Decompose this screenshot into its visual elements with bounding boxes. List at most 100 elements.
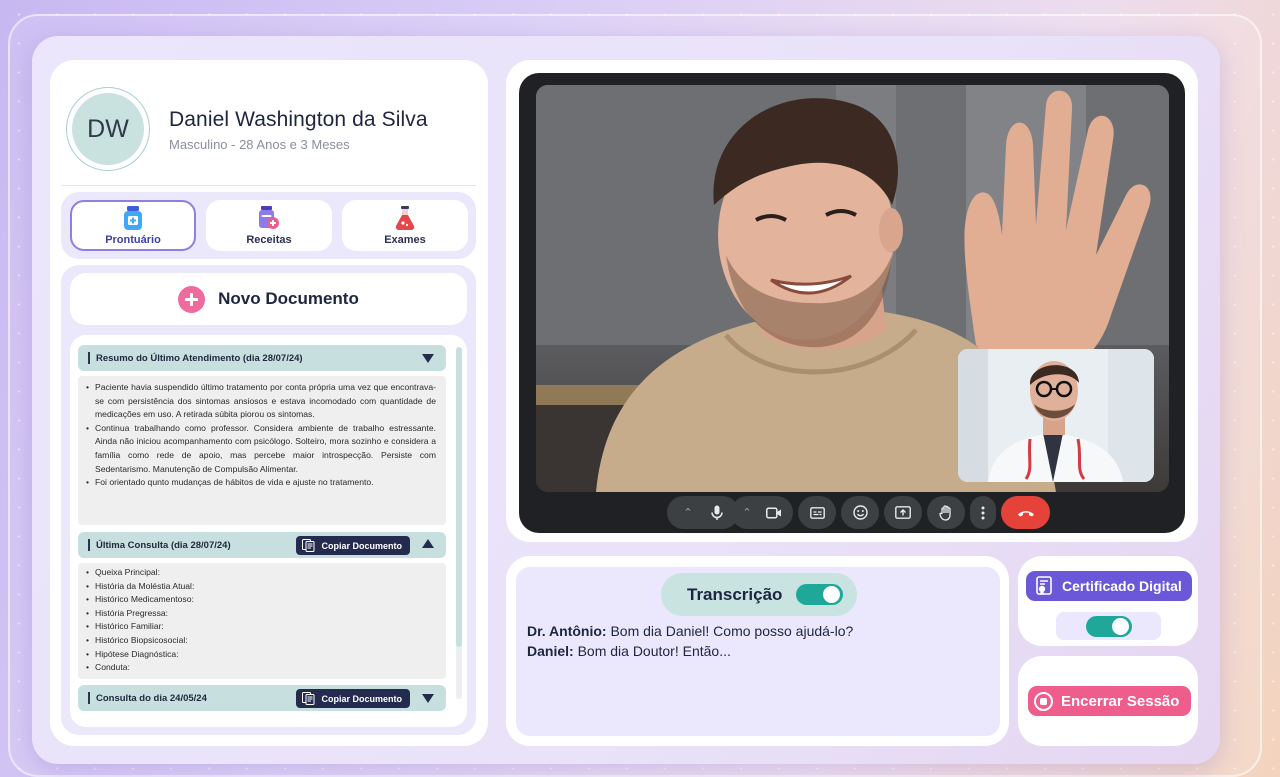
call-controls: ⌃ ⌃ bbox=[519, 492, 1185, 533]
tab-exames[interactable]: Exames bbox=[342, 200, 468, 251]
document-copy-icon bbox=[302, 539, 315, 552]
toggle-knob bbox=[1111, 617, 1129, 635]
chevron-up-icon[interactable] bbox=[422, 539, 434, 548]
record-tabs: Prontuário Receitas Exames bbox=[61, 192, 476, 259]
flask-icon bbox=[395, 205, 415, 230]
copy-document-label: Copiar Documento bbox=[321, 693, 402, 704]
summary-title: Resumo do Último Atendimento (dia 28/07/… bbox=[96, 352, 303, 364]
certificate-toggle-container bbox=[1056, 612, 1161, 640]
transcription-label: Transcrição bbox=[687, 584, 783, 604]
medicine-bottle-icon bbox=[124, 205, 142, 230]
tab-receitas[interactable]: Receitas bbox=[206, 200, 332, 251]
transcript-line: Dr. Antônio: Bom dia Daniel! Como posso … bbox=[527, 623, 853, 639]
scrollbar[interactable] bbox=[456, 347, 462, 699]
mic-control-group: ⌃ bbox=[667, 496, 739, 529]
hang-up-icon bbox=[1017, 510, 1034, 516]
consult-field: Histórico Medicamentoso: bbox=[86, 593, 436, 607]
prescription-icon bbox=[259, 205, 279, 229]
summary-bullet: Continua trabalhando como professor. Con… bbox=[86, 422, 436, 476]
doctor-video-feed[interactable] bbox=[958, 349, 1154, 482]
transcription-panel: Transcrição Dr. Antônio: Bom dia Daniel!… bbox=[516, 567, 1000, 736]
patient-video-feed bbox=[536, 85, 1169, 492]
documents-panel: Novo Documento Resumo do Último Atendime… bbox=[61, 265, 476, 735]
last-consult-body: Queixa Principal: História da Moléstia A… bbox=[78, 563, 446, 679]
avatar-initials: DW bbox=[72, 93, 144, 165]
copy-document-button[interactable]: Copiar Documento bbox=[296, 689, 410, 708]
tab-label: Prontuário bbox=[105, 233, 161, 246]
copy-document-label: Copiar Documento bbox=[321, 540, 402, 551]
camera-control-group: ⌃ bbox=[731, 496, 793, 529]
end-session-label: Encerrar Sessão bbox=[1061, 692, 1180, 710]
toggle-knob bbox=[823, 586, 841, 603]
doctor-video-image bbox=[958, 349, 1154, 482]
speech-text: Bom dia Doutor! Então... bbox=[573, 643, 731, 659]
more-options-button[interactable] bbox=[970, 496, 996, 529]
consult-field: Histórico Biopsicosocial: bbox=[86, 634, 436, 648]
raise-hand-button[interactable] bbox=[927, 496, 965, 529]
chevron-down-icon[interactable] bbox=[422, 354, 434, 363]
transcript-line: Daniel: Bom dia Doutor! Então... bbox=[527, 643, 731, 659]
section-marker bbox=[88, 692, 90, 704]
copy-document-button[interactable]: Copiar Documento bbox=[296, 536, 410, 555]
stop-icon bbox=[1034, 691, 1053, 711]
certificate-card: Certificado Digital bbox=[1018, 556, 1198, 646]
consult-field: Hipótese Diagnóstica: bbox=[86, 648, 436, 662]
chevron-up-icon[interactable]: ⌃ bbox=[683, 506, 692, 519]
patient-name: Daniel Washington da Silva bbox=[169, 108, 428, 131]
present-icon bbox=[895, 506, 911, 519]
document-copy-icon bbox=[302, 692, 315, 705]
consult-field: Conduta: bbox=[86, 661, 436, 675]
section-marker bbox=[88, 352, 90, 364]
digital-certificate-button[interactable]: Certificado Digital bbox=[1026, 571, 1192, 601]
certificate-toggle[interactable] bbox=[1085, 615, 1132, 637]
present-button[interactable] bbox=[884, 496, 922, 529]
previous-consult-title: Consulta do dia 24/05/24 bbox=[96, 692, 207, 704]
emoji-icon bbox=[852, 505, 868, 520]
tab-prontuario[interactable]: Prontuário bbox=[70, 200, 196, 251]
transcription-toggle[interactable] bbox=[796, 584, 844, 605]
summary-section-header[interactable]: Resumo do Último Atendimento (dia 28/07/… bbox=[78, 345, 446, 371]
summary-body: Paciente havia suspendido último tratame… bbox=[78, 376, 446, 525]
document-list: Resumo do Último Atendimento (dia 28/07/… bbox=[70, 335, 467, 727]
divider bbox=[62, 185, 476, 186]
chevron-up-icon[interactable]: ⌃ bbox=[742, 506, 751, 519]
video-call-card: ⌃ ⌃ bbox=[506, 60, 1198, 542]
tab-label: Receitas bbox=[246, 233, 292, 246]
transcription-card: Transcrição Dr. Antônio: Bom dia Daniel!… bbox=[506, 556, 1009, 746]
certificate-icon bbox=[1036, 576, 1052, 595]
new-document-label: Novo Documento bbox=[218, 289, 359, 308]
hang-up-button[interactable] bbox=[1001, 496, 1050, 529]
digital-certificate-label: Certificado Digital bbox=[1062, 578, 1182, 594]
consult-field: Queixa Principal: bbox=[86, 566, 436, 580]
patient-card: DW Daniel Washington da Silva Masculino … bbox=[50, 60, 488, 746]
emoji-button[interactable] bbox=[841, 496, 879, 529]
transcription-header: Transcrição bbox=[661, 573, 857, 616]
end-session-button[interactable]: Encerrar Sessão bbox=[1028, 686, 1191, 716]
camera-icon[interactable] bbox=[765, 507, 782, 519]
patient-details: Masculino - 28 Anos e 3 Meses bbox=[169, 137, 350, 152]
mic-icon[interactable] bbox=[710, 505, 723, 521]
end-session-card: Encerrar Sessão bbox=[1018, 656, 1198, 746]
section-marker bbox=[88, 539, 90, 551]
speaker-name: Daniel: bbox=[527, 643, 574, 659]
speaker-name: Dr. Antônio: bbox=[527, 623, 607, 639]
speech-text: Bom dia Daniel! Como posso ajudá-lo? bbox=[606, 623, 854, 639]
more-icon bbox=[981, 506, 985, 519]
chevron-down-icon[interactable] bbox=[422, 694, 434, 703]
plus-icon bbox=[178, 285, 206, 313]
scrollbar-thumb[interactable] bbox=[456, 347, 462, 647]
video-call: ⌃ ⌃ bbox=[519, 73, 1185, 533]
consult-field: Histórico Familiar: bbox=[86, 620, 436, 634]
previous-consult-section-header[interactable]: Consulta do dia 24/05/24 Copiar Document… bbox=[78, 685, 446, 711]
captions-button[interactable] bbox=[798, 496, 836, 529]
captions-icon bbox=[809, 506, 825, 519]
summary-bullet: Foi orientado qunto mudanças de hábitos … bbox=[86, 476, 436, 490]
summary-bullet: Paciente havia suspendido último tratame… bbox=[86, 381, 436, 422]
consult-field: História Pregressa: bbox=[86, 607, 436, 621]
last-consult-section-header[interactable]: Última Consulta (dia 28/07/24) Copiar Do… bbox=[78, 532, 446, 558]
avatar: DW bbox=[66, 87, 150, 171]
consult-field: História da Moléstia Atual: bbox=[86, 580, 436, 594]
tab-label: Exames bbox=[384, 233, 426, 246]
new-document-button[interactable]: Novo Documento bbox=[70, 273, 467, 325]
raise-hand-icon bbox=[939, 504, 951, 521]
